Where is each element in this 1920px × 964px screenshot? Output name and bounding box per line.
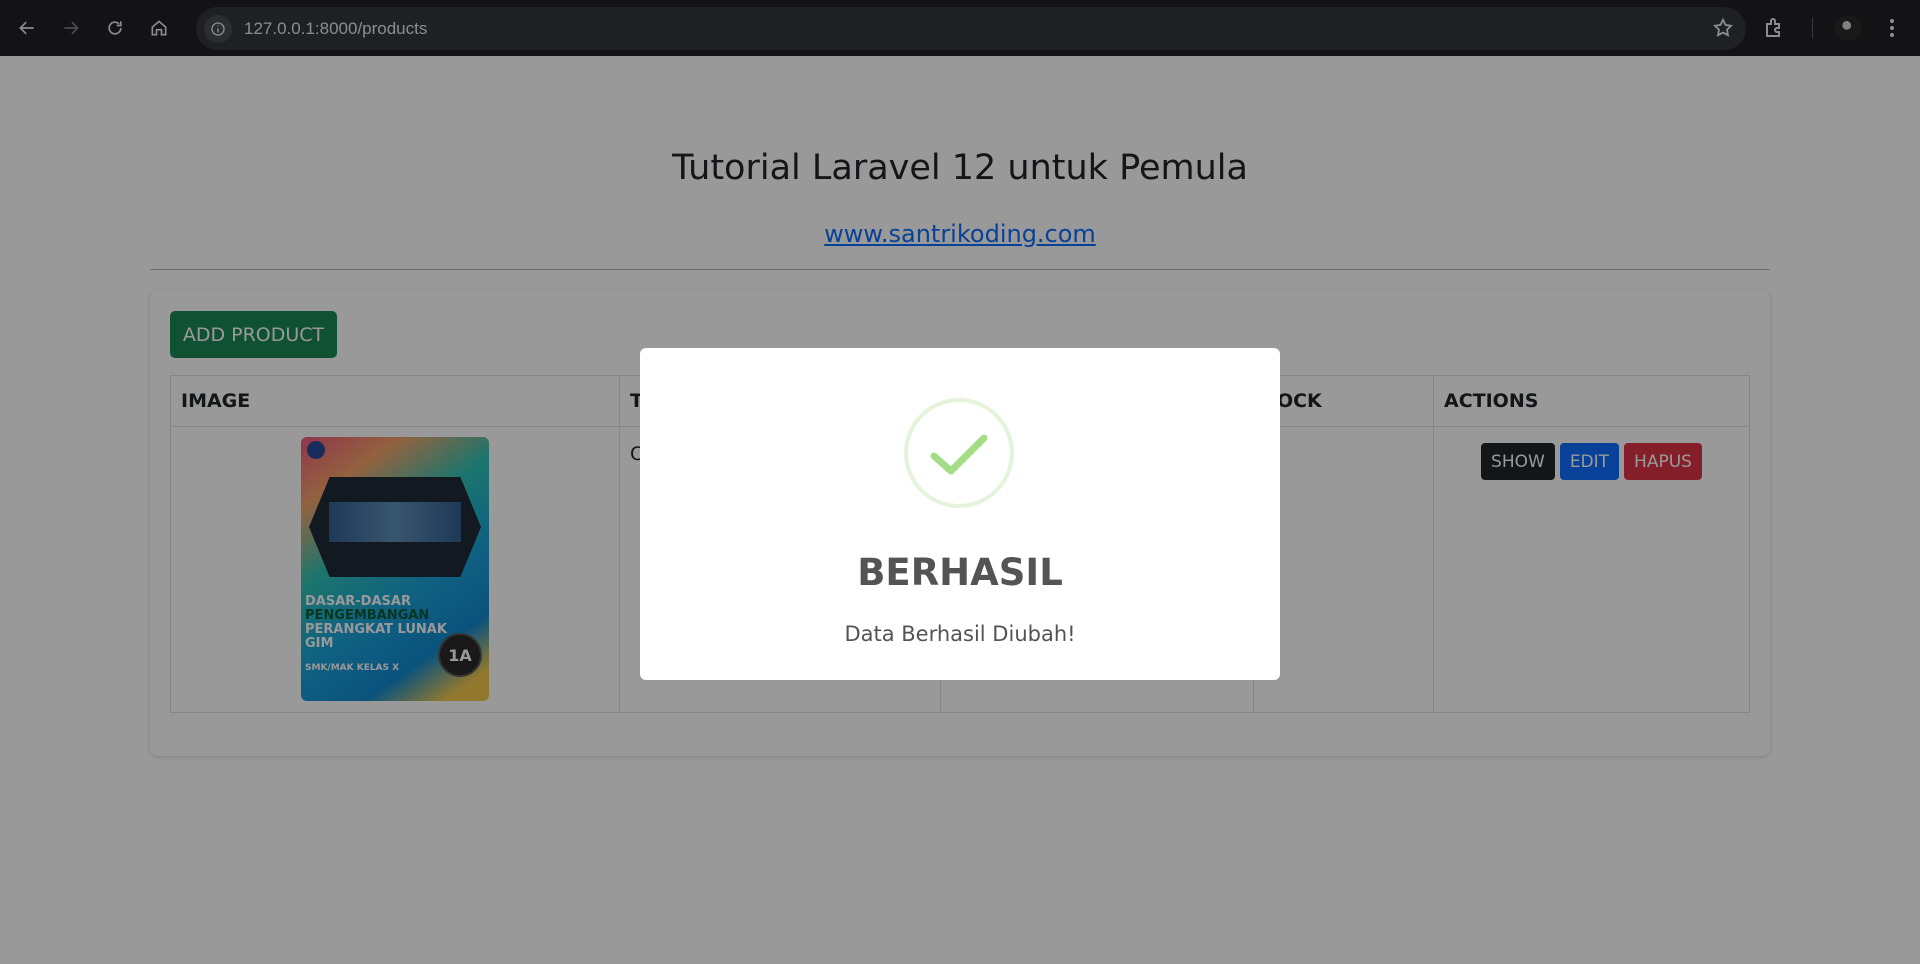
success-check-icon: [904, 398, 1014, 508]
dialog-title: BERHASIL: [857, 551, 1063, 594]
success-dialog: BERHASIL Data Berhasil Diubah!: [640, 348, 1280, 680]
dialog-message: Data Berhasil Diubah!: [844, 622, 1076, 646]
